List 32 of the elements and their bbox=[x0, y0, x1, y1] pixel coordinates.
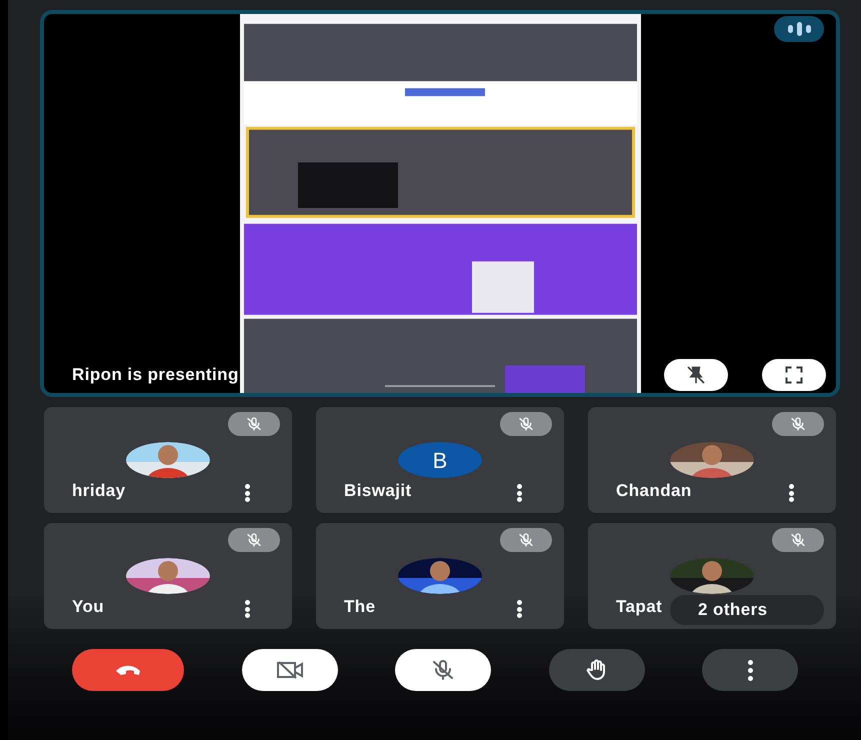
participant-tile[interactable]: Chandan bbox=[588, 407, 836, 513]
muted-microphone-icon bbox=[518, 532, 534, 548]
muted-microphone-icon bbox=[790, 416, 806, 432]
camera-off-icon bbox=[276, 660, 304, 680]
phone-icon bbox=[115, 663, 141, 677]
participant-tile[interactable]: The bbox=[316, 523, 564, 629]
microphone-button[interactable] bbox=[395, 649, 491, 691]
unpin-button[interactable] bbox=[664, 359, 728, 391]
muted-microphone-icon bbox=[431, 658, 455, 682]
participant-tile[interactable]: You bbox=[44, 523, 292, 629]
muted-microphone-icon bbox=[246, 532, 262, 548]
participant-tile[interactable]: hriday bbox=[44, 407, 292, 513]
participant-name: Chandan bbox=[616, 480, 692, 502]
end-call-button[interactable] bbox=[72, 649, 184, 691]
others-chip[interactable]: 2 others bbox=[670, 595, 824, 625]
unpin-icon bbox=[686, 365, 706, 385]
presenter-caption: Ripon is presenting bbox=[72, 364, 239, 386]
muted-microphone-icon bbox=[790, 532, 806, 548]
participant-name: hriday bbox=[72, 480, 126, 502]
participant-name: The bbox=[344, 596, 376, 618]
avatar-initial: B bbox=[398, 442, 482, 478]
fullscreen-button[interactable] bbox=[762, 359, 826, 391]
muted-microphone-icon bbox=[246, 416, 262, 432]
participant-tile[interactable]: B Biswajit bbox=[316, 407, 564, 513]
participant-tile[interactable]: Tapat 2 others bbox=[588, 523, 836, 629]
fullscreen-icon bbox=[784, 365, 804, 385]
camera-button[interactable] bbox=[242, 649, 338, 691]
muted-microphone-icon bbox=[518, 416, 534, 432]
raise-hand-button[interactable] bbox=[548, 649, 644, 691]
participant-name: Tapat bbox=[616, 596, 662, 618]
participant-name: You bbox=[72, 596, 104, 618]
participant-name: Biswajit bbox=[344, 480, 412, 502]
